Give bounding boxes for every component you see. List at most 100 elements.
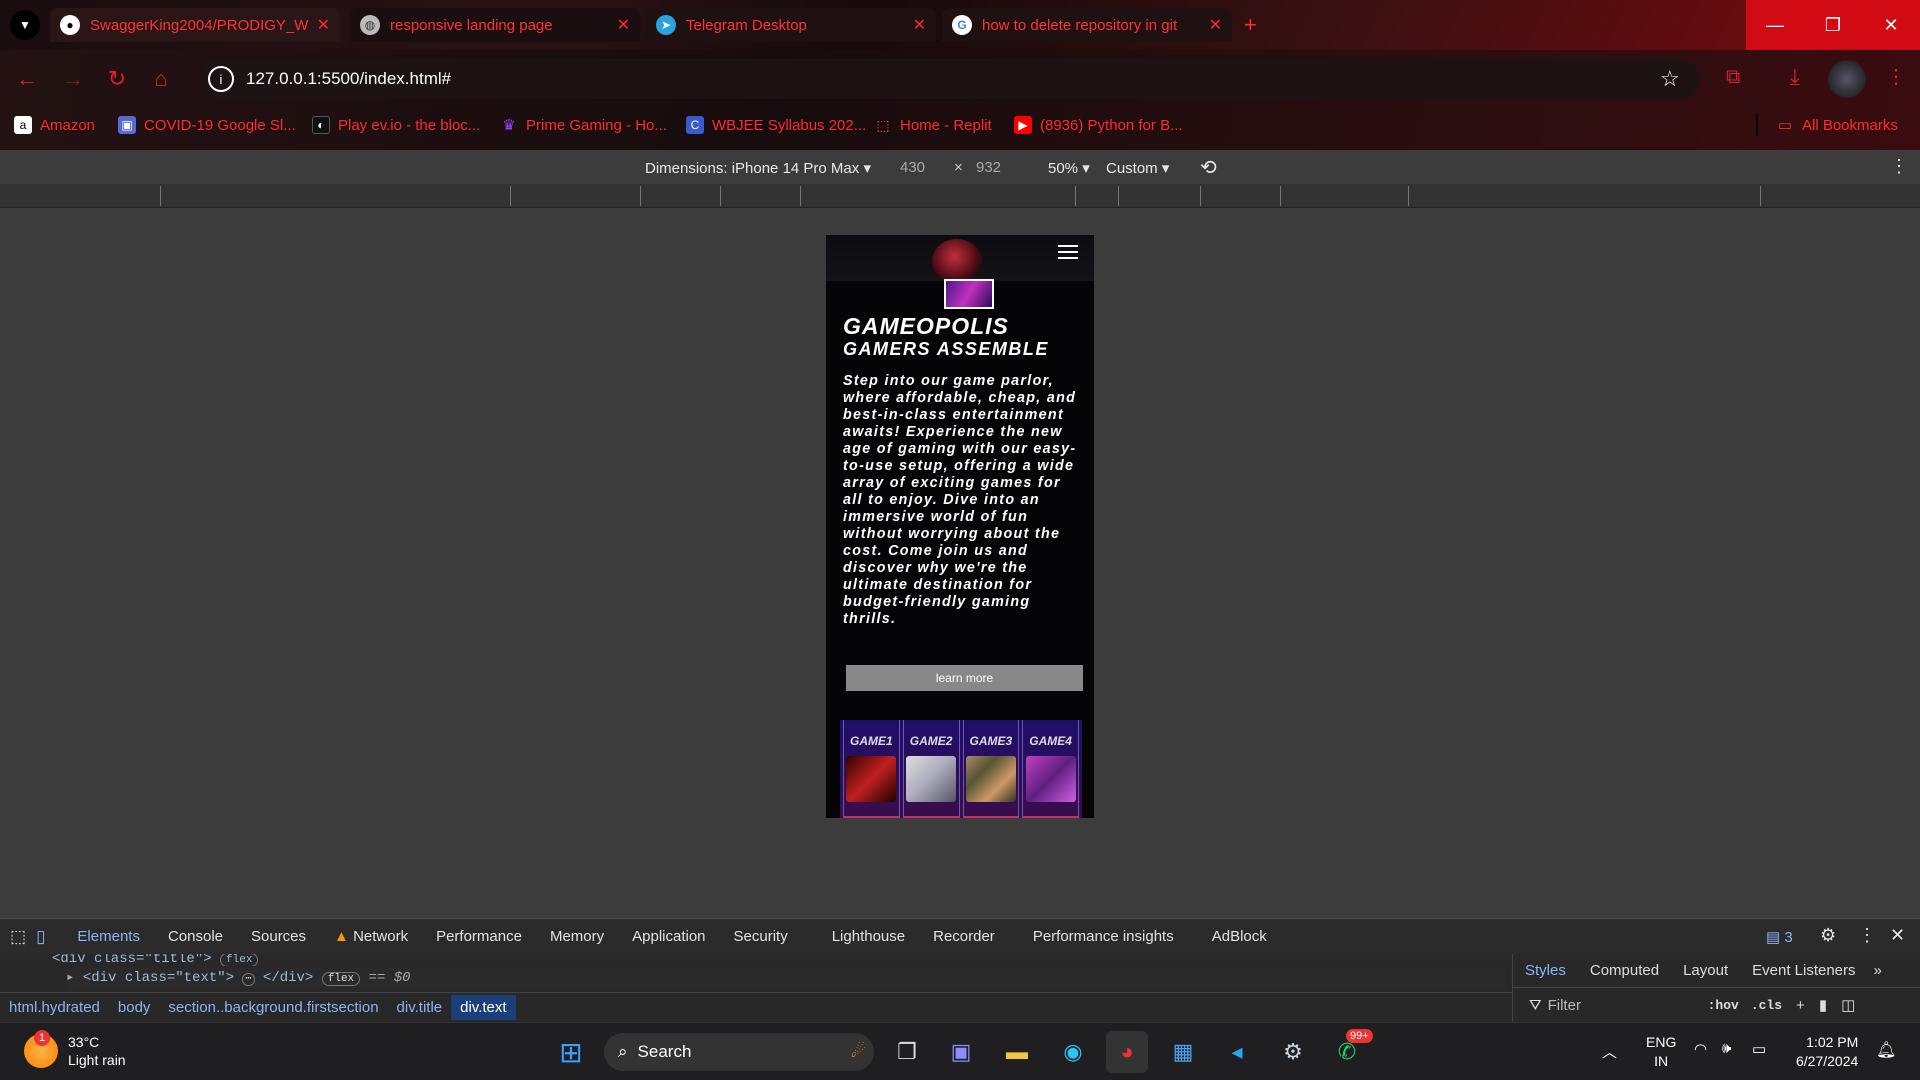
device-select[interactable]: Dimensions: iPhone 14 Pro Max ▾	[645, 159, 871, 177]
throttle-select[interactable]: Custom ▾	[1106, 159, 1169, 177]
bookmark-evio[interactable]: ◐ Play ev.io - the bloc...	[312, 114, 480, 136]
device-toggle-icon[interactable]: ▯	[36, 927, 45, 947]
battery-icon[interactable]: ▭	[1752, 1040, 1766, 1058]
tab-layout[interactable]: Layout	[1671, 962, 1740, 979]
tab-computed[interactable]: Computed	[1578, 962, 1671, 979]
task-view-icon[interactable]: ❐	[886, 1031, 928, 1073]
dom-node-title[interactable]: <div class="title"> flex	[52, 954, 259, 966]
close-tab-icon[interactable]: ✕	[913, 15, 926, 35]
crumb-html[interactable]: html.hydrated	[0, 999, 109, 1016]
rotate-icon[interactable]: ⟲	[1200, 155, 1217, 180]
more-tabs-icon[interactable]: »	[1868, 962, 1888, 979]
profile-avatar[interactable]	[1828, 60, 1866, 98]
start-button[interactable]: ⊞	[550, 1031, 592, 1073]
tab-landing-page[interactable]: ◍ responsive landing page ✕	[350, 8, 640, 42]
bookmark-star-icon[interactable]: ☆	[1660, 66, 1680, 92]
tray-overflow-icon[interactable]: ︿	[1602, 1041, 1617, 1062]
ellipsis-icon[interactable]: ⋯	[242, 973, 255, 986]
height-input[interactable]: 932	[976, 159, 1001, 176]
whatsapp-icon[interactable]: ✆ 99+	[1326, 1029, 1373, 1073]
address-bar[interactable]: i 127.0.0.1:5500/index.html#	[200, 59, 1700, 99]
cls-toggle[interactable]: .cls	[1751, 998, 1782, 1013]
tab-performance-insights[interactable]: Performance insights	[1019, 928, 1188, 945]
bookmark-wbjee[interactable]: C WBJEE Syllabus 202...	[686, 114, 866, 136]
extensions-icon[interactable]: ⧉	[1726, 66, 1740, 89]
wifi-icon[interactable]: ◠	[1694, 1040, 1707, 1058]
game-card[interactable]: GAME1	[843, 720, 900, 818]
close-window-button[interactable]: ✕	[1862, 0, 1920, 50]
tab-github[interactable]: ● SwaggerKing2004/PRODIGY_W ✕	[50, 8, 340, 42]
tab-lighthouse[interactable]: Lighthouse	[818, 928, 919, 945]
close-tab-icon[interactable]: ✕	[317, 15, 330, 35]
all-bookmarks[interactable]: ▭ All Bookmarks	[1776, 114, 1898, 136]
tab-event-listeners[interactable]: Event Listeners	[1740, 962, 1867, 979]
file-explorer-icon[interactable]: ▬	[996, 1031, 1038, 1073]
tab-sources[interactable]: Sources	[237, 928, 320, 945]
game-card[interactable]: GAME2	[902, 720, 960, 818]
tab-styles[interactable]: Styles	[1513, 962, 1578, 979]
dom-node-text[interactable]: ▸ <div class="text"> ⋯ </div> flex == $0	[66, 968, 1506, 988]
crumb-section[interactable]: section..background.firstsection	[159, 999, 387, 1016]
bookmark-covid[interactable]: ▣ COVID-19 Google Sl...	[118, 114, 296, 136]
tab-memory[interactable]: Memory	[536, 928, 618, 945]
filter-input[interactable]: Filter	[1548, 997, 1708, 1014]
expand-arrow-icon[interactable]: ▸	[66, 970, 74, 986]
hov-toggle[interactable]: :hov	[1708, 998, 1739, 1013]
crumb-div-text[interactable]: div.text	[451, 995, 516, 1020]
crumb-body[interactable]: body	[109, 999, 160, 1016]
game-card[interactable]: GAME4	[1022, 720, 1079, 818]
vscode-icon[interactable]: ◂	[1216, 1031, 1258, 1073]
store-icon[interactable]: ▦	[1162, 1031, 1204, 1073]
width-input[interactable]: 430	[900, 159, 925, 176]
tab-application[interactable]: Application	[618, 928, 719, 945]
new-tab-button[interactable]: +	[1244, 12, 1257, 38]
tab-network[interactable]: ▲ Network	[320, 928, 422, 945]
taskbar-search[interactable]: ⌕ Search ☄	[604, 1033, 874, 1071]
tab-search-button[interactable]: ▼	[10, 10, 40, 40]
devtools-menu-icon[interactable]: ⋮	[1858, 925, 1876, 946]
devtools-settings-icon[interactable]: ⚙	[1820, 925, 1836, 946]
bookmark-replit[interactable]: ⬚ Home - Replit	[874, 114, 991, 136]
inspect-icon[interactable]: ⬚	[10, 927, 26, 947]
tab-performance[interactable]: Performance	[422, 928, 536, 945]
language-indicator[interactable]: ENG IN	[1646, 1033, 1676, 1071]
back-icon[interactable]: ←	[12, 64, 42, 94]
steam-icon[interactable]: ⚙	[1272, 1031, 1314, 1073]
sidebar-toggle-icon[interactable]: ◫	[1841, 996, 1855, 1014]
tab-google-search[interactable]: G how to delete repository in git ✕	[942, 8, 1232, 42]
edge-icon[interactable]: ◉	[1052, 1031, 1094, 1073]
reload-icon[interactable]: ↻	[102, 64, 132, 94]
tab-telegram[interactable]: ➤ Telegram Desktop ✕	[646, 8, 936, 42]
tab-console[interactable]: Console	[154, 928, 237, 945]
tab-elements[interactable]: Elements	[63, 928, 154, 945]
bookmark-amazon[interactable]: a Amazon	[14, 114, 95, 136]
chrome-menu-icon[interactable]: ⋮	[1886, 64, 1906, 89]
learn-more-button[interactable]: learn more	[846, 665, 1083, 691]
download-icon[interactable]: ⤓	[1790, 64, 1800, 90]
devtools-close-icon[interactable]: ✕	[1890, 925, 1905, 946]
zoom-select[interactable]: 50% ▾	[1048, 159, 1090, 177]
tab-adblock[interactable]: AdBlock	[1198, 928, 1281, 945]
home-icon[interactable]: ⌂	[146, 64, 176, 94]
close-tab-icon[interactable]: ✕	[1209, 15, 1222, 35]
site-info-icon[interactable]: i	[208, 66, 234, 92]
restore-button[interactable]: ❐	[1804, 0, 1862, 50]
clock[interactable]: 1:02 PM 6/27/2024	[1796, 1033, 1858, 1071]
tab-recorder[interactable]: Recorder	[919, 928, 1009, 945]
media-query-ruler[interactable]	[0, 184, 1920, 208]
paint-icon[interactable]: ▮	[1819, 996, 1827, 1014]
teams-icon[interactable]: ▣	[940, 1031, 982, 1073]
add-rule-icon[interactable]: +	[1796, 997, 1805, 1014]
issues-counter[interactable]: ▤ 3	[1766, 928, 1793, 946]
bookmark-prime-gaming[interactable]: ♛ Prime Gaming - Ho...	[500, 114, 667, 136]
close-tab-icon[interactable]: ✕	[617, 15, 630, 35]
notification-bell-icon[interactable]: 🔔︎	[1876, 1040, 1896, 1060]
weather-widget[interactable]: 1 33°C Light rain	[24, 1030, 126, 1069]
tab-security[interactable]: Security	[720, 928, 802, 945]
minimize-button[interactable]: —	[1746, 0, 1804, 50]
forward-icon[interactable]: →	[58, 64, 88, 94]
game-card[interactable]: GAME3	[962, 720, 1020, 818]
chrome-icon[interactable]: ◕	[1106, 1031, 1148, 1073]
crumb-div-title[interactable]: div.title	[388, 999, 452, 1016]
volume-icon[interactable]: 🕪	[1722, 1040, 1731, 1057]
